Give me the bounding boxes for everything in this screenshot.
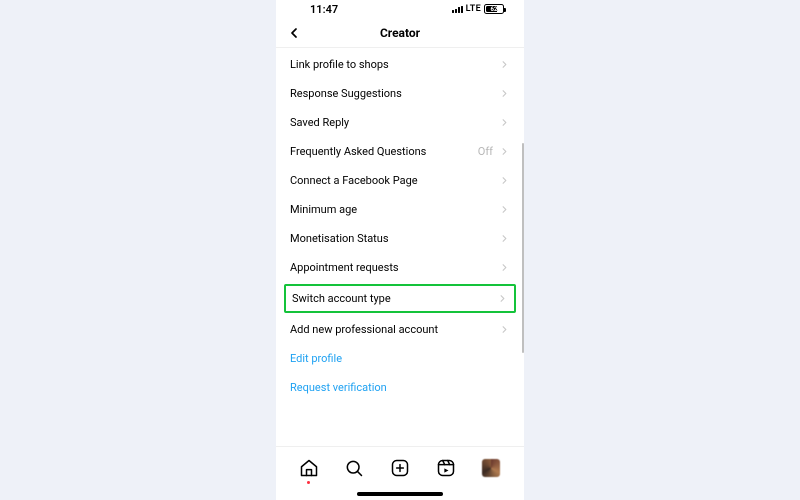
- settings-row[interactable]: Connect a Facebook Page: [276, 166, 524, 195]
- home-icon: [299, 458, 319, 478]
- row-right: [499, 88, 510, 99]
- notification-dot: [307, 481, 310, 484]
- nav-search[interactable]: [341, 455, 367, 481]
- row-label: Response Suggestions: [290, 87, 402, 100]
- settings-row[interactable]: Saved Reply: [276, 108, 524, 137]
- nav-create[interactable]: [387, 455, 413, 481]
- row-label: Switch account type: [292, 292, 391, 305]
- chevron-right-icon: [499, 146, 510, 157]
- row-label: Minimum age: [290, 203, 357, 216]
- row-right: [499, 262, 510, 273]
- row-right: [499, 117, 510, 128]
- settings-link[interactable]: Edit profile: [276, 344, 524, 373]
- chevron-right-icon: [499, 88, 510, 99]
- settings-row[interactable]: Monetisation Status: [276, 224, 524, 253]
- chevron-right-icon: [499, 324, 510, 335]
- row-label: Saved Reply: [290, 116, 349, 129]
- avatar: [482, 459, 500, 477]
- settings-link[interactable]: Request verification: [276, 373, 524, 402]
- reels-icon: [436, 458, 456, 478]
- home-indicator: [276, 488, 524, 500]
- status-bar: 11:47 LTE 62: [276, 0, 524, 18]
- row-right: [499, 59, 510, 70]
- phone-frame: 11:47 LTE 62 Creator Link profile to sho…: [276, 0, 524, 500]
- page-title: Creator: [380, 26, 420, 40]
- row-right: Off: [478, 145, 510, 158]
- cellular-signal-icon: [452, 5, 463, 13]
- network-label: LTE: [466, 4, 481, 14]
- row-label: Connect a Facebook Page: [290, 174, 418, 187]
- chevron-right-icon: [499, 117, 510, 128]
- settings-row[interactable]: Appointment requests: [276, 253, 524, 282]
- row-label: Link profile to shops: [290, 58, 389, 71]
- chevron-left-icon: [286, 25, 302, 41]
- header: Creator: [276, 18, 524, 48]
- status-right: LTE 62: [452, 4, 504, 14]
- settings-row[interactable]: Frequently Asked Questions Off: [276, 137, 524, 166]
- row-label: Frequently Asked Questions: [290, 145, 426, 158]
- chevron-right-icon: [497, 293, 508, 304]
- row-right: [499, 175, 510, 186]
- chevron-right-icon: [499, 59, 510, 70]
- search-icon: [344, 458, 364, 478]
- settings-list: Link profile to shops Response Suggestion…: [276, 48, 524, 410]
- row-right: [499, 233, 510, 244]
- settings-row[interactable]: Response Suggestions: [276, 79, 524, 108]
- chevron-right-icon: [499, 262, 510, 273]
- row-label: Monetisation Status: [290, 232, 389, 245]
- nav-home[interactable]: [296, 455, 322, 481]
- row-label: Appointment requests: [290, 261, 399, 274]
- settings-row[interactable]: Minimum age: [276, 195, 524, 224]
- battery-icon: 62: [484, 4, 504, 14]
- row-label: Add new professional account: [290, 323, 438, 336]
- bottom-nav: [276, 446, 524, 488]
- scroll-indicator: [522, 143, 524, 353]
- settings-scroll[interactable]: Link profile to shops Response Suggestion…: [276, 48, 524, 446]
- chevron-right-icon: [499, 233, 510, 244]
- settings-row[interactable]: Add new professional account: [276, 315, 524, 344]
- plus-square-icon: [390, 458, 410, 478]
- back-button[interactable]: [282, 21, 306, 45]
- nav-profile[interactable]: [478, 455, 504, 481]
- status-time: 11:47: [310, 3, 338, 16]
- settings-row[interactable]: Link profile to shops: [276, 50, 524, 79]
- row-right: [499, 324, 510, 335]
- chevron-right-icon: [499, 175, 510, 186]
- chevron-right-icon: [499, 204, 510, 215]
- settings-row[interactable]: Switch account type: [284, 284, 516, 313]
- row-status: Off: [478, 145, 493, 158]
- nav-reels[interactable]: [433, 455, 459, 481]
- row-right: [499, 204, 510, 215]
- row-right: [497, 293, 508, 304]
